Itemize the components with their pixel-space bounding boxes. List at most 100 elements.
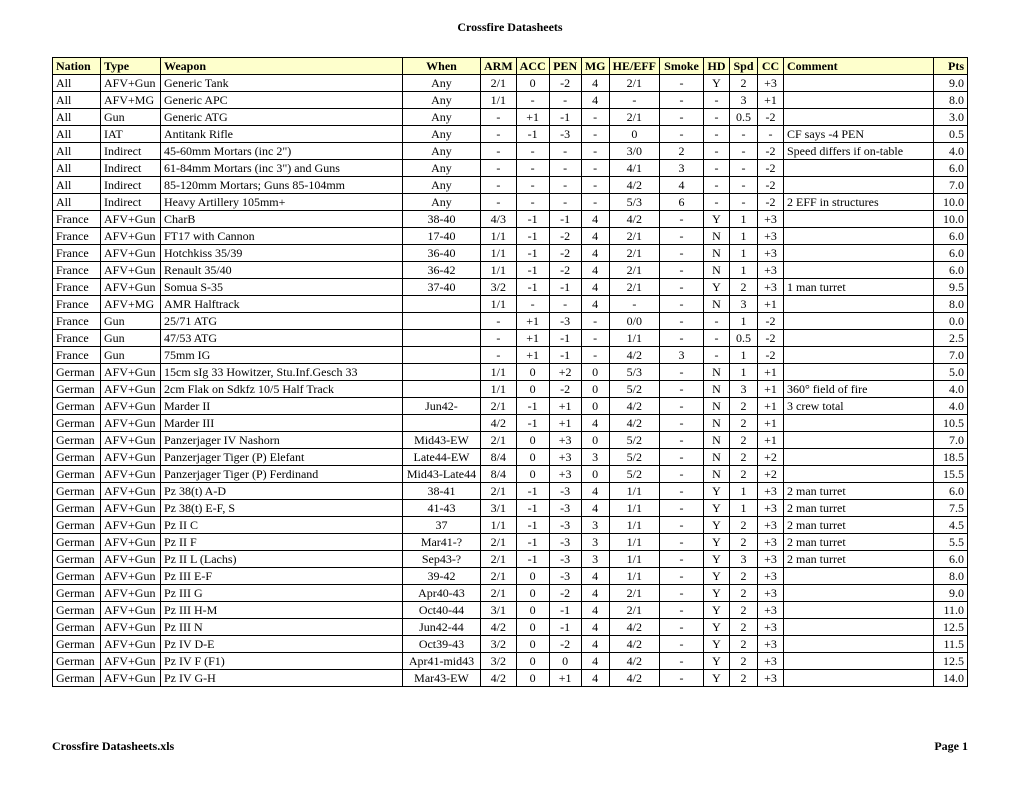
cell: AFV+Gun: [101, 670, 161, 687]
cell: 8.0: [934, 568, 968, 585]
cell: AFV+Gun: [101, 432, 161, 449]
cell: -: [730, 126, 758, 143]
cell: 5.5: [934, 534, 968, 551]
cell: 3/1: [480, 500, 516, 517]
cell: 0: [516, 75, 549, 92]
cell: France: [53, 245, 101, 262]
cell: -: [660, 483, 704, 500]
cell: 0/0: [609, 313, 659, 330]
cell: German: [53, 619, 101, 636]
cell: Sep43-?: [402, 551, 480, 568]
cell: -: [660, 296, 704, 313]
cell: 6.0: [934, 551, 968, 568]
cell: [784, 211, 934, 228]
cell: France: [53, 262, 101, 279]
cell: Pz 38(t) E-F, S: [161, 500, 403, 517]
cell: [784, 313, 934, 330]
table-row: FranceAFV+GunCharB38-404/3-1-144/2-Y1+31…: [53, 211, 968, 228]
cell: 1/1: [480, 262, 516, 279]
table-row: GermanAFV+GunPz 38(t) E-F, S41-433/1-1-3…: [53, 500, 968, 517]
cell: 2: [730, 602, 758, 619]
table-row: GermanAFV+GunPz III H-MOct40-443/10-142/…: [53, 602, 968, 619]
cell: 4/2: [609, 670, 659, 687]
cell: 0: [581, 381, 609, 398]
cell: 4: [581, 500, 609, 517]
cell: 2: [730, 636, 758, 653]
cell: 8/4: [480, 466, 516, 483]
cell: -3: [549, 551, 581, 568]
cell: -2: [758, 177, 784, 194]
cell: Any: [402, 75, 480, 92]
cell: Renault 35/40: [161, 262, 403, 279]
cell: 3: [730, 296, 758, 313]
cell: 10.0: [934, 211, 968, 228]
cell: [784, 432, 934, 449]
table-row: FranceGun75mm IG-+1-1-4/23-1-27.0: [53, 347, 968, 364]
col-header: Comment: [784, 58, 934, 75]
cell: All: [53, 109, 101, 126]
cell: 0: [516, 636, 549, 653]
cell: All: [53, 143, 101, 160]
cell: 4: [581, 602, 609, 619]
cell: 4/2: [609, 619, 659, 636]
cell: 3: [730, 92, 758, 109]
cell: 4/2: [609, 653, 659, 670]
cell: 2 man turret: [784, 534, 934, 551]
cell: +1: [516, 330, 549, 347]
cell: -2: [549, 262, 581, 279]
cell: +2: [549, 364, 581, 381]
cell: +3: [758, 534, 784, 551]
cell: [784, 330, 934, 347]
cell: 0.0: [934, 313, 968, 330]
cell: -: [660, 466, 704, 483]
cell: 4/2: [609, 415, 659, 432]
cell: Jun42-44: [402, 619, 480, 636]
cell: 0: [516, 653, 549, 670]
cell: 8.0: [934, 296, 968, 313]
cell: 3/2: [480, 636, 516, 653]
cell: +3: [758, 568, 784, 585]
cell: [784, 347, 934, 364]
cell: -2: [758, 347, 784, 364]
cell: 3.0: [934, 109, 968, 126]
cell: +3: [758, 602, 784, 619]
col-header: PEN: [549, 58, 581, 75]
table-row: GermanAFV+GunPz III E-F39-422/10-341/1-Y…: [53, 568, 968, 585]
cell: 9.0: [934, 585, 968, 602]
cell: AFV+Gun: [101, 568, 161, 585]
cell: Panzerjager Tiger (P) Ferdinand: [161, 466, 403, 483]
cell: -: [660, 398, 704, 415]
cell: Gun: [101, 347, 161, 364]
cell: -: [660, 279, 704, 296]
cell: Pz IV G-H: [161, 670, 403, 687]
cell: 0: [516, 466, 549, 483]
cell: -: [480, 194, 516, 211]
cell: 2: [730, 398, 758, 415]
cell: 12.5: [934, 619, 968, 636]
cell: +3: [758, 500, 784, 517]
cell: German: [53, 670, 101, 687]
cell: [784, 653, 934, 670]
cell: -1: [549, 619, 581, 636]
cell: -1: [549, 602, 581, 619]
cell: 3: [660, 347, 704, 364]
cell: -: [516, 296, 549, 313]
cell: +1: [549, 398, 581, 415]
cell: [784, 568, 934, 585]
cell: -: [660, 313, 704, 330]
cell: 8/4: [480, 449, 516, 466]
cell: Hotchkiss 35/39: [161, 245, 403, 262]
cell: German: [53, 415, 101, 432]
table-row: AllIndirect45-60mm Mortars (inc 2")Any--…: [53, 143, 968, 160]
cell: CF says -4 PEN: [784, 126, 934, 143]
cell: Any: [402, 92, 480, 109]
cell: 0: [516, 381, 549, 398]
cell: German: [53, 602, 101, 619]
cell: -: [581, 126, 609, 143]
cell: 3: [730, 551, 758, 568]
cell: 3: [660, 160, 704, 177]
cell: [784, 602, 934, 619]
cell: 2/1: [609, 602, 659, 619]
cell: Y: [704, 619, 730, 636]
cell: 1: [730, 245, 758, 262]
